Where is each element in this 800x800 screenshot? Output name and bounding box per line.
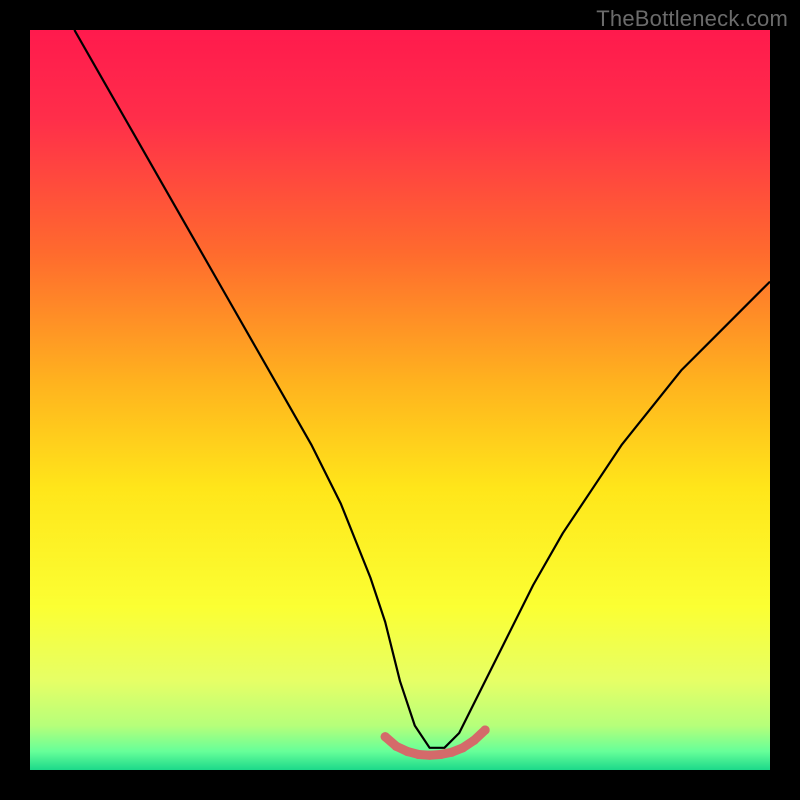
valley-dot (436, 750, 445, 759)
watermark-text: TheBottleneck.com (596, 6, 788, 32)
chart-svg (30, 30, 770, 770)
valley-dot (481, 725, 490, 734)
valley-dot (403, 747, 412, 756)
valley-dot (392, 742, 401, 751)
gradient-background (30, 30, 770, 770)
plot-area (30, 30, 770, 770)
valley-dot (425, 751, 434, 760)
valley-dot (447, 748, 456, 757)
valley-dot (414, 750, 423, 759)
chart-frame: TheBottleneck.com (0, 0, 800, 800)
valley-dot (469, 736, 478, 745)
valley-dot (458, 743, 467, 752)
valley-dot (381, 732, 390, 741)
